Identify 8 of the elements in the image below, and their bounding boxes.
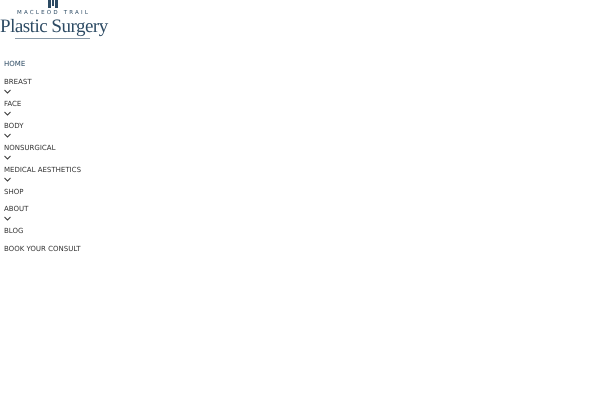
- chevron-down-icon[interactable]: [4, 132, 11, 138]
- chevron-down-icon[interactable]: [4, 216, 11, 221]
- logo-icon: [48, 0, 58, 8]
- logo-name: Plastic Surgery: [0, 17, 108, 36]
- chevron-down-icon[interactable]: [4, 88, 11, 94]
- chevron-down-icon[interactable]: [4, 154, 11, 160]
- chevron-down-icon[interactable]: [4, 110, 11, 116]
- chevron-down-icon[interactable]: [4, 176, 11, 182]
